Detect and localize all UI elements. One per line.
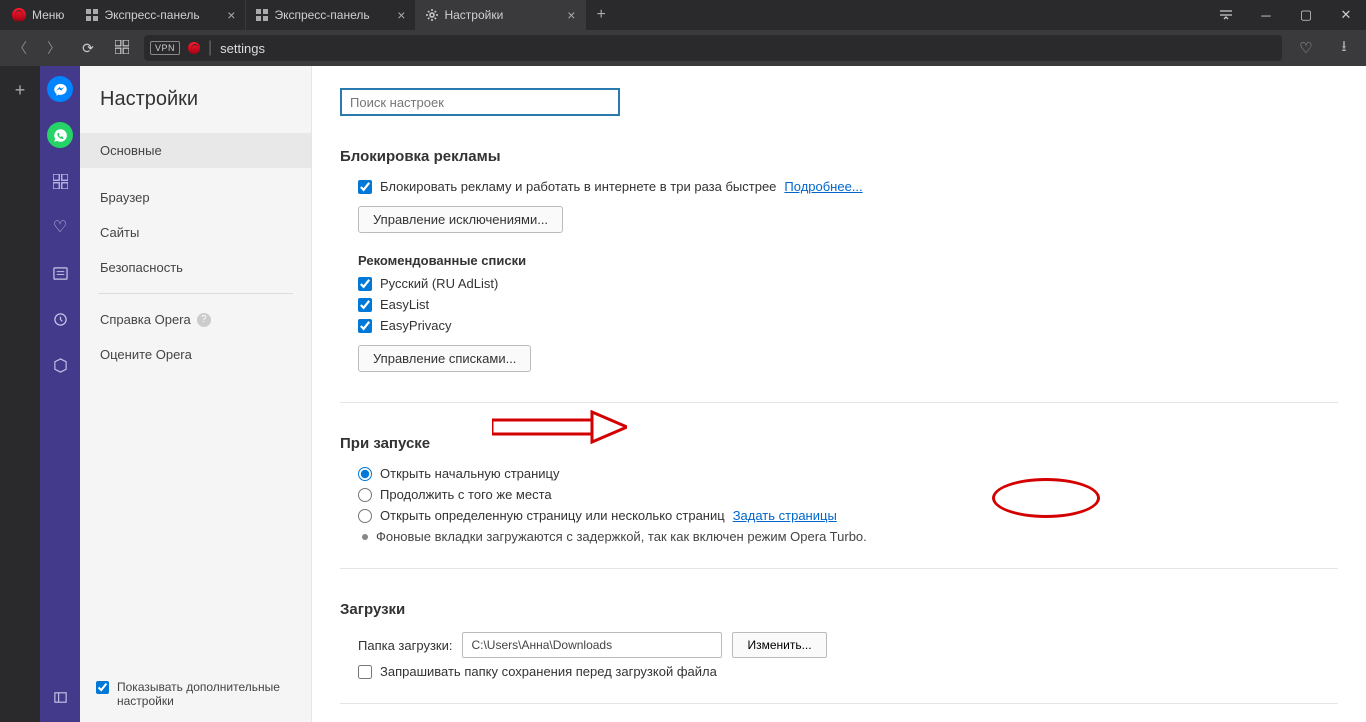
show-extra-label: Показывать дополнительные настройки [117, 680, 296, 708]
minimize-button[interactable]: ─ [1246, 8, 1286, 23]
list-easylist-label: EasyList [380, 297, 429, 312]
sidebar-collapse-icon[interactable] [47, 684, 73, 710]
startup-home-radio[interactable] [358, 467, 372, 481]
help-icon: ? [197, 313, 211, 327]
section-adblock: Блокировка рекламы [340, 148, 1338, 165]
startup-pages-radio[interactable] [358, 509, 372, 523]
downloads-icon[interactable]: ⭳ [1330, 36, 1358, 61]
bookmarks-rail-icon[interactable]: ♡ [47, 214, 73, 240]
menu-button[interactable]: Меню [0, 0, 76, 30]
manage-lists-button[interactable]: Управление списками... [358, 345, 531, 372]
nav-rate[interactable]: Оцените Opera [80, 337, 311, 372]
tab-label: Настройки [444, 8, 503, 22]
startup-note: Фоновые вкладки загружаются с задержкой,… [376, 529, 867, 544]
show-extra-settings[interactable]: Показывать дополнительные настройки [96, 680, 296, 708]
opera-logo-icon [188, 42, 200, 54]
download-folder-label: Папка загрузки: [358, 638, 452, 653]
extensions-rail-icon[interactable] [47, 352, 73, 378]
tab-speed-dial-2[interactable]: Экспресс-панель × [246, 0, 416, 30]
back-button[interactable]: 〈 [8, 38, 32, 58]
section-downloads: Загрузки [340, 601, 1338, 618]
maximize-button[interactable]: ▢ [1286, 7, 1326, 23]
download-folder-input[interactable] [462, 632, 722, 658]
section-startup: При запуске [340, 435, 1338, 452]
recommended-lists-heading: Рекомендованные списки [358, 253, 1338, 268]
whatsapp-icon[interactable] [47, 122, 73, 148]
search-settings-input[interactable] [340, 88, 620, 116]
ask-folder-label: Запрашивать папку сохранения перед загру… [380, 664, 717, 679]
startup-continue-label: Продолжить с того же места [380, 487, 552, 502]
startup-pages-label: Открыть определенную страницу или нескол… [380, 508, 725, 523]
close-icon[interactable]: × [227, 7, 235, 23]
nav-basic[interactable]: Основные [80, 133, 311, 168]
show-extra-checkbox[interactable] [96, 681, 109, 694]
list-ru-checkbox[interactable] [358, 277, 372, 291]
history-rail-icon[interactable] [47, 306, 73, 332]
ask-folder-checkbox[interactable] [358, 665, 372, 679]
speed-dial-rail-icon[interactable] [47, 168, 73, 194]
manage-exceptions-button[interactable]: Управление исключениями... [358, 206, 563, 233]
block-ads-label: Блокировать рекламу и работать в интерне… [380, 179, 776, 194]
close-icon[interactable]: × [397, 7, 405, 23]
nav-help[interactable]: Справка Opera ? [80, 302, 311, 337]
learn-more-link[interactable]: Подробнее... [784, 179, 862, 194]
forward-button[interactable]: 〉 [42, 38, 66, 58]
list-easylist-checkbox[interactable] [358, 298, 372, 312]
list-ru-label: Русский (RU AdList) [380, 276, 498, 291]
bookmark-heart-icon[interactable]: ♡ [1292, 39, 1320, 57]
block-ads-checkbox[interactable] [358, 180, 372, 194]
set-pages-link[interactable]: Задать страницы [733, 508, 837, 523]
change-folder-button[interactable]: Изменить... [732, 632, 826, 658]
new-tab-button[interactable]: + [586, 0, 615, 30]
speed-dial-icon [86, 9, 98, 21]
startup-continue-radio[interactable] [358, 488, 372, 502]
bullet-icon [362, 534, 368, 540]
list-easyprivacy-checkbox[interactable] [358, 319, 372, 333]
help-label: Справка Opera [100, 312, 191, 327]
vpn-badge[interactable]: VPN [150, 41, 180, 55]
opera-logo-icon [12, 8, 26, 22]
list-easyprivacy-label: EasyPrivacy [380, 318, 452, 333]
close-window-button[interactable]: ✕ [1326, 7, 1366, 23]
tabs-menu-icon[interactable] [1206, 8, 1246, 23]
add-sidebar-button[interactable]: + [15, 80, 26, 101]
startup-home-label: Открыть начальную страницу [380, 466, 560, 481]
nav-sites[interactable]: Сайты [80, 215, 311, 250]
address-bar[interactable]: VPN | settings [144, 35, 1282, 61]
tab-label: Экспресс-панель [274, 8, 369, 22]
nav-browser[interactable]: Браузер [80, 180, 311, 215]
tab-settings[interactable]: Настройки × [416, 0, 586, 30]
settings-title: Настройки [80, 66, 311, 133]
gear-icon [426, 9, 438, 21]
url-text: settings [220, 41, 265, 56]
tab-speed-dial-1[interactable]: Экспресс-панель × [76, 0, 246, 30]
news-rail-icon[interactable] [47, 260, 73, 286]
speed-dial-button[interactable] [110, 40, 134, 57]
reload-button[interactable]: ⟳ [76, 40, 100, 57]
tab-label: Экспресс-панель [104, 8, 199, 22]
messenger-icon[interactable] [47, 76, 73, 102]
close-icon[interactable]: × [567, 7, 575, 23]
speed-dial-icon [256, 9, 268, 21]
menu-label: Меню [32, 8, 64, 22]
nav-security[interactable]: Безопасность [80, 250, 311, 285]
